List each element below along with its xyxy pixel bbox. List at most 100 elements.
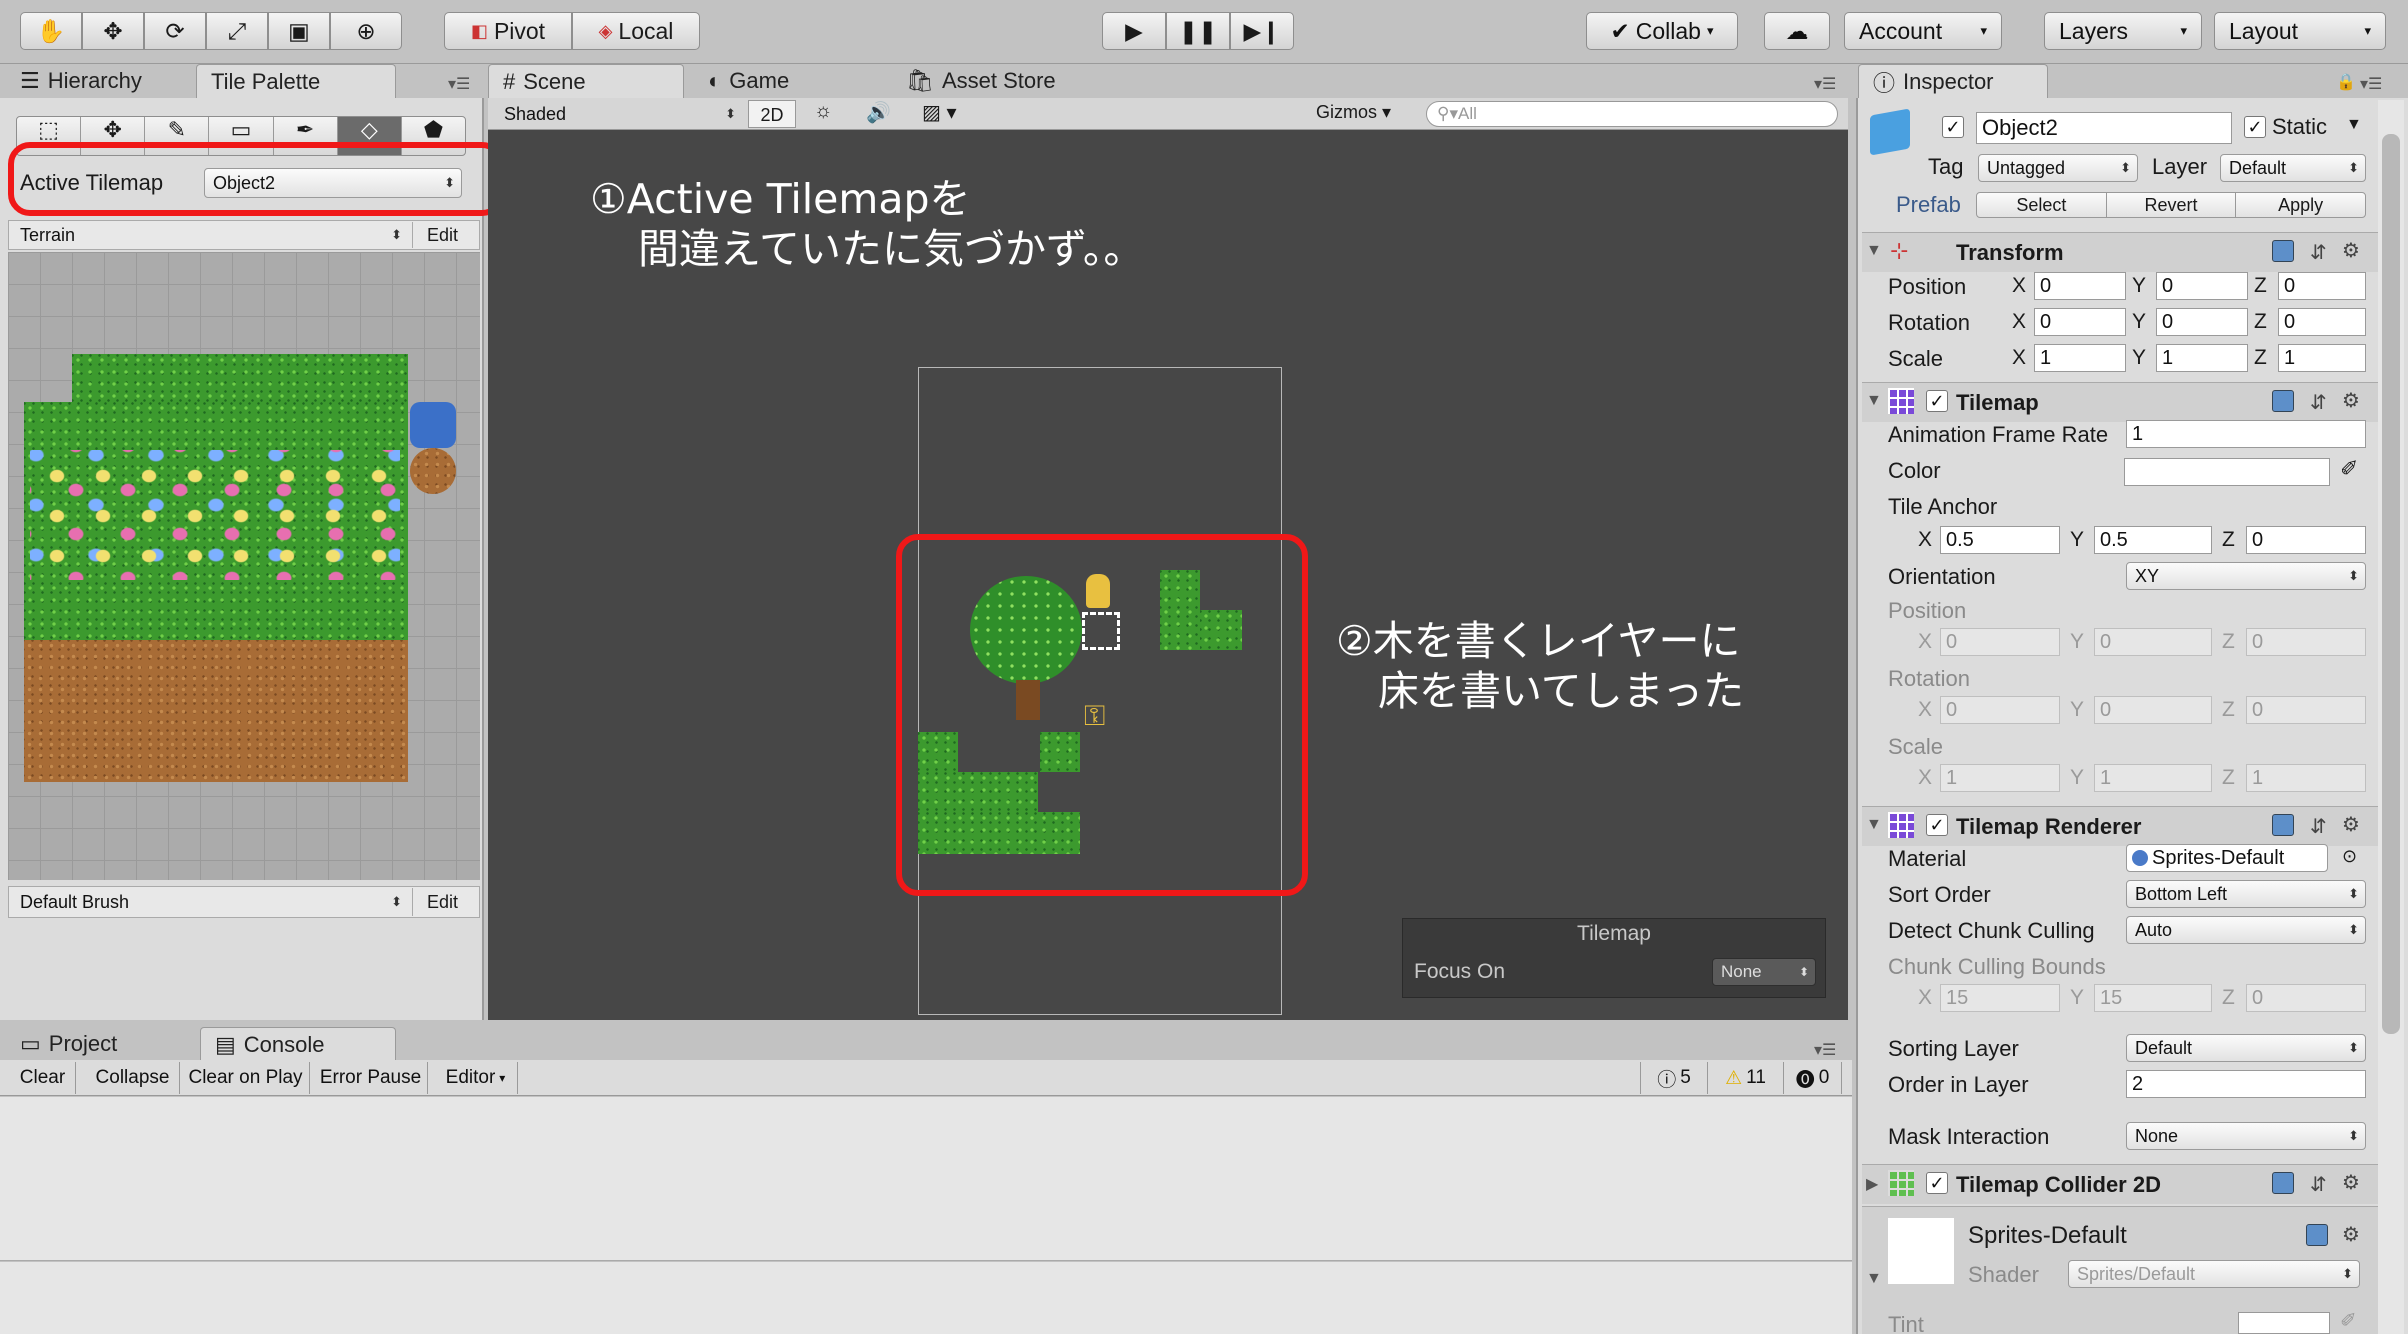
preset-icon[interactable]: ⇵ — [2310, 1172, 2327, 1197]
foldout-arrow-icon[interactable]: ▼ — [1866, 392, 1882, 410]
brush-dropdown[interactable]: Default Brush — [12, 888, 408, 916]
static-checkbox[interactable]: ✓ — [2244, 116, 2266, 138]
tag-dropdown[interactable]: Untagged — [1978, 154, 2138, 182]
prefab-apply-button[interactable]: Apply — [2236, 193, 2365, 217]
warning-toggle[interactable]: ⚠ 11 — [1708, 1062, 1784, 1094]
rotation-y-field[interactable]: 0 — [2156, 308, 2248, 336]
tilemap-enabled-checkbox[interactable]: ✓ — [1926, 390, 1948, 412]
tab-game[interactable]: ◐ Game — [694, 64, 884, 98]
clear-on-play-button[interactable]: Clear on Play — [182, 1062, 310, 1094]
color-swatch[interactable] — [2124, 458, 2330, 486]
scene-search-input[interactable]: ⚲▾All — [1426, 101, 1838, 127]
sort-order-dropdown[interactable]: Bottom Left — [2126, 880, 2366, 908]
tab-project[interactable]: ▭ Project — [6, 1027, 196, 1061]
position-x-field[interactable]: 0 — [2034, 272, 2126, 300]
transform-header[interactable] — [1862, 232, 2378, 272]
position-z-field[interactable]: 0 — [2278, 272, 2366, 300]
layers-dropdown[interactable]: Layers ▾ — [2044, 12, 2202, 50]
rotation-x-field[interactable]: 0 — [2034, 308, 2126, 336]
detect-chunk-culling-dropdown[interactable]: Auto — [2126, 916, 2366, 944]
gear-icon[interactable]: ⚙ — [2342, 812, 2360, 837]
collapse-button[interactable]: Collapse — [86, 1062, 180, 1094]
panel-menu-icon[interactable]: ▾☰ — [448, 74, 470, 94]
panel-menu-icon[interactable]: ▾☰ — [2360, 74, 2382, 94]
palette-tile-water[interactable] — [410, 402, 456, 448]
reference-icon[interactable] — [2272, 814, 2294, 836]
clear-button[interactable]: Clear — [10, 1062, 76, 1094]
foldout-arrow-icon[interactable]: ▼ — [1866, 242, 1882, 260]
reference-icon[interactable] — [2272, 240, 2294, 262]
pause-button[interactable]: ❚❚ — [1166, 12, 1230, 50]
gear-icon[interactable]: ⚙ — [2342, 1222, 2360, 1247]
rect-tool-button[interactable]: ▣ — [268, 12, 330, 50]
animation-frame-rate-field[interactable]: 1 — [2126, 420, 2366, 448]
audio-toggle[interactable]: 🔊 — [866, 100, 891, 125]
reference-icon[interactable] — [2272, 1172, 2294, 1194]
foldout-arrow-icon[interactable]: ▼ — [1866, 816, 1882, 834]
tilemap-collider-enabled-checkbox[interactable]: ✓ — [1926, 1172, 1948, 1194]
step-button[interactable]: ▶❙ — [1230, 12, 1294, 50]
lock-icon[interactable]: 🔒 — [2336, 72, 2356, 92]
lighting-toggle[interactable]: ☼ — [814, 100, 832, 123]
tab-tile-palette[interactable]: Tile Palette — [196, 64, 396, 98]
anchor-z-field[interactable]: 0 — [2246, 526, 2366, 554]
effects-dropdown[interactable]: ▨ ▾ — [922, 100, 957, 125]
2d-toggle[interactable]: 2D — [748, 100, 796, 128]
gear-icon[interactable]: ⚙ — [2342, 238, 2360, 263]
rotation-z-field[interactable]: 0 — [2278, 308, 2366, 336]
rotate-tool-button[interactable]: ⟳ — [144, 12, 206, 50]
move-tool-button[interactable]: ✥ — [82, 12, 144, 50]
anchor-y-field[interactable]: 0.5 — [2094, 526, 2212, 554]
scale-z-field[interactable]: 1 — [2278, 344, 2366, 372]
info-toggle[interactable]: ⓘ 5 — [1640, 1062, 1708, 1094]
brush-edit-button[interactable]: Edit — [412, 888, 472, 916]
hand-tool-button[interactable]: ✋ — [20, 12, 82, 50]
pivot-button[interactable]: ◧ Pivot — [444, 12, 572, 50]
sorting-layer-dropdown[interactable]: Default — [2126, 1034, 2366, 1062]
palette-dropdown[interactable]: Terrain — [12, 222, 408, 248]
console-log-area[interactable] — [0, 1097, 1852, 1261]
active-checkbox[interactable]: ✓ — [1942, 116, 1964, 138]
error-pause-button[interactable]: Error Pause — [314, 1062, 428, 1094]
tab-asset-store[interactable]: 🛍 Asset Store — [892, 64, 1102, 98]
gear-icon[interactable]: ⚙ — [2342, 1170, 2360, 1195]
palette-tile-dirt-patch[interactable] — [410, 448, 456, 494]
object-picker-icon[interactable]: ⊙ — [2342, 846, 2357, 867]
foldout-arrow-icon[interactable]: ▼ — [1866, 1270, 1882, 1288]
tilemap-renderer-enabled-checkbox[interactable]: ✓ — [1926, 814, 1948, 836]
position-y-field[interactable]: 0 — [2156, 272, 2248, 300]
material-field[interactable]: Sprites-Default — [2126, 844, 2328, 872]
tint-swatch[interactable] — [2238, 1312, 2330, 1334]
eyedropper-icon[interactable]: ✐ — [2340, 456, 2358, 482]
tab-console[interactable]: ▤ Console — [200, 1027, 396, 1061]
scrollbar-thumb[interactable] — [2382, 134, 2400, 1034]
scale-x-field[interactable]: 1 — [2034, 344, 2126, 372]
error-toggle[interactable]: ⓿0 — [1784, 1062, 1842, 1094]
orientation-dropdown[interactable]: XY — [2126, 562, 2366, 590]
panel-menu-icon[interactable]: ▾☰ — [1814, 74, 1836, 94]
tab-scene[interactable]: # Scene — [488, 64, 684, 98]
reference-icon[interactable] — [2306, 1224, 2328, 1246]
gizmos-dropdown[interactable]: Gizmos ▾ — [1316, 102, 1391, 123]
layout-dropdown[interactable]: Layout ▾ — [2214, 12, 2386, 50]
account-dropdown[interactable]: Account ▾ — [1844, 12, 2002, 50]
prefab-select-button[interactable]: Select — [1977, 193, 2107, 217]
reference-icon[interactable] — [2272, 390, 2294, 412]
eyedropper-icon[interactable]: ✐ — [2340, 1308, 2357, 1333]
focus-on-dropdown[interactable]: None ⬍ — [1712, 958, 1816, 986]
mask-interaction-dropdown[interactable]: None — [2126, 1122, 2366, 1150]
preset-icon[interactable]: ⇵ — [2310, 814, 2327, 839]
collab-dropdown[interactable]: ✔ Collab ▾ — [1586, 12, 1738, 50]
transform-tool-button[interactable]: ⊕ — [330, 12, 402, 50]
palette-tiles-grass-top[interactable] — [72, 354, 408, 402]
scale-y-field[interactable]: 1 — [2156, 344, 2248, 372]
prefab-revert-button[interactable]: Revert — [2107, 193, 2237, 217]
tab-hierarchy[interactable]: ☰ Hierarchy — [6, 64, 192, 98]
foldout-arrow-icon[interactable]: ▶ — [1866, 1174, 1878, 1194]
shading-dropdown[interactable]: Shaded — [496, 100, 742, 128]
tab-inspector[interactable]: ⓘ Inspector — [1858, 64, 2048, 98]
palette-tiles-dirt[interactable] — [24, 640, 408, 782]
console-detail-area[interactable] — [0, 1262, 1852, 1334]
panel-menu-icon[interactable]: ▾☰ — [1814, 1040, 1836, 1060]
preset-icon[interactable]: ⇵ — [2310, 390, 2327, 415]
